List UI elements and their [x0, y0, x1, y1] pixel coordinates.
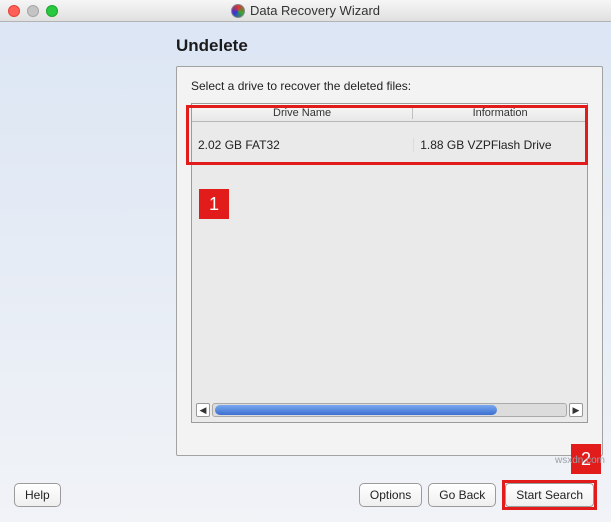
content-area: Undelete Select a drive to recover the d… — [0, 22, 611, 456]
options-button[interactable]: Options — [359, 483, 422, 507]
button-bar: Help Options Go Back Start Search — [0, 480, 611, 510]
col-information: Information — [413, 107, 587, 119]
instruction-text: Select a drive to recover the deleted fi… — [191, 79, 588, 93]
drive-panel: Select a drive to recover the deleted fi… — [176, 66, 603, 456]
scroll-left-button[interactable]: ◀ — [196, 403, 210, 417]
scroll-right-button[interactable]: ▶ — [569, 403, 583, 417]
window-titlebar: Data Recovery Wizard — [0, 0, 611, 22]
scroll-thumb[interactable] — [215, 405, 497, 415]
window-title: Data Recovery Wizard — [250, 3, 380, 18]
window-title-wrap: Data Recovery Wizard — [0, 3, 611, 18]
drive-table: Drive Name Information 2.02 GB FAT32 1.8… — [191, 103, 588, 423]
app-icon — [231, 4, 245, 18]
watermark-text: wsxdn.com — [555, 455, 605, 466]
annotation-callout-1: 1 — [199, 189, 229, 219]
col-drive-name: Drive Name — [192, 107, 413, 119]
page-title: Undelete — [176, 36, 593, 56]
start-search-button[interactable]: Start Search — [505, 483, 594, 507]
drive-info-cell: 1.88 GB VZPFlash Drive — [413, 138, 587, 152]
scroll-track[interactable] — [212, 403, 567, 417]
annotation-highlight-start: Start Search — [502, 480, 597, 510]
help-button[interactable]: Help — [14, 483, 61, 507]
go-back-button[interactable]: Go Back — [428, 483, 496, 507]
drive-name-cell: 2.02 GB FAT32 — [192, 138, 413, 152]
drive-table-header: Drive Name Information — [192, 104, 587, 122]
horizontal-scrollbar[interactable]: ◀ ▶ — [196, 402, 583, 418]
drive-row[interactable]: 2.02 GB FAT32 1.88 GB VZPFlash Drive — [192, 122, 587, 168]
